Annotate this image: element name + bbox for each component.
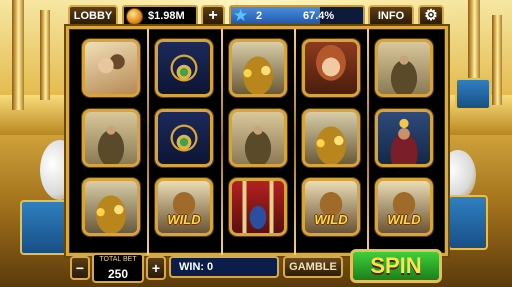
reel-symbol-necklace (155, 39, 213, 97)
reel-symbol-warrior (82, 109, 140, 167)
reel-symbol-warrior (375, 39, 433, 97)
reel-divider (367, 29, 369, 255)
reel-frame: WILD WILD WILD (66, 26, 448, 256)
treasure-chest-upper-right (455, 78, 491, 110)
total-bet-display: TOTAL BET 250 (92, 253, 144, 283)
balance-display: $1.98M (122, 5, 198, 27)
necklace-symbol-art (158, 112, 210, 164)
level-number: 2 (256, 10, 263, 22)
settings-button[interactable]: ⚙ (418, 5, 444, 27)
treasure-chest-left (20, 200, 70, 255)
left-pillar (12, 0, 24, 110)
right-pillar (492, 15, 502, 105)
add-coins-button[interactable]: + (201, 5, 225, 27)
woman-symbol-art (305, 42, 357, 94)
reel-divider (147, 29, 149, 255)
gamble-button[interactable]: GAMBLE (283, 256, 343, 278)
reel-symbol-warrior (229, 109, 287, 167)
reel-symbol-treasure (229, 39, 287, 97)
gear-icon: ⚙ (424, 7, 438, 24)
treasure-symbol-art (232, 42, 284, 94)
reel-symbol-necklace (155, 109, 213, 167)
win-display: WIN: 0 (169, 256, 279, 278)
treasure-symbol-art (85, 181, 137, 233)
win-label: WIN: (179, 261, 205, 273)
decrease-bet-button[interactable]: − (70, 256, 90, 280)
total-bet-label: TOTAL BET (99, 256, 137, 263)
level-progress-bar: ★ 2 67.4% (229, 5, 365, 27)
reel-grid: WILD WILD WILD (69, 29, 445, 255)
reel-symbol-couple (82, 39, 140, 97)
king-symbol-art (378, 112, 430, 164)
increase-bet-button[interactable]: + (146, 256, 166, 280)
treasure-symbol-art (305, 112, 357, 164)
warrior-symbol-art (378, 42, 430, 94)
temple-symbol-art (232, 181, 284, 233)
necklace-symbol-art (158, 42, 210, 94)
reel-symbol-woman (302, 39, 360, 97)
left-building (0, 95, 66, 135)
balance-value: $1.98M (148, 10, 185, 22)
info-button[interactable]: INFO (368, 5, 414, 27)
wild-label: WILD (167, 212, 201, 227)
reel-symbol-king (375, 109, 433, 167)
reel-symbol-treasure (302, 109, 360, 167)
spin-button[interactable]: SPIN (350, 249, 442, 283)
treasure-chest-right (448, 195, 488, 250)
left-pillar (40, 10, 50, 100)
warrior-symbol-art (232, 112, 284, 164)
reel-symbol-wild: WILD (375, 178, 433, 236)
level-percent: 67.4% (303, 10, 335, 22)
reel-symbol-wild: WILD (302, 178, 360, 236)
reel-divider (294, 29, 296, 255)
wild-label: WILD (387, 212, 421, 227)
reel-symbol-temple (229, 178, 287, 236)
win-value: 0 (207, 261, 214, 273)
couple-symbol-art (85, 42, 137, 94)
lobby-button[interactable]: LOBBY (68, 5, 118, 27)
wild-label: WILD (314, 212, 348, 227)
star-icon: ★ (233, 6, 249, 25)
coin-icon (126, 8, 143, 25)
reel-symbol-treasure (82, 178, 140, 236)
warrior-symbol-art (85, 112, 137, 164)
reel-symbol-wild: WILD (155, 178, 213, 236)
total-bet-value: 250 (107, 267, 129, 281)
reel-divider (221, 29, 223, 255)
